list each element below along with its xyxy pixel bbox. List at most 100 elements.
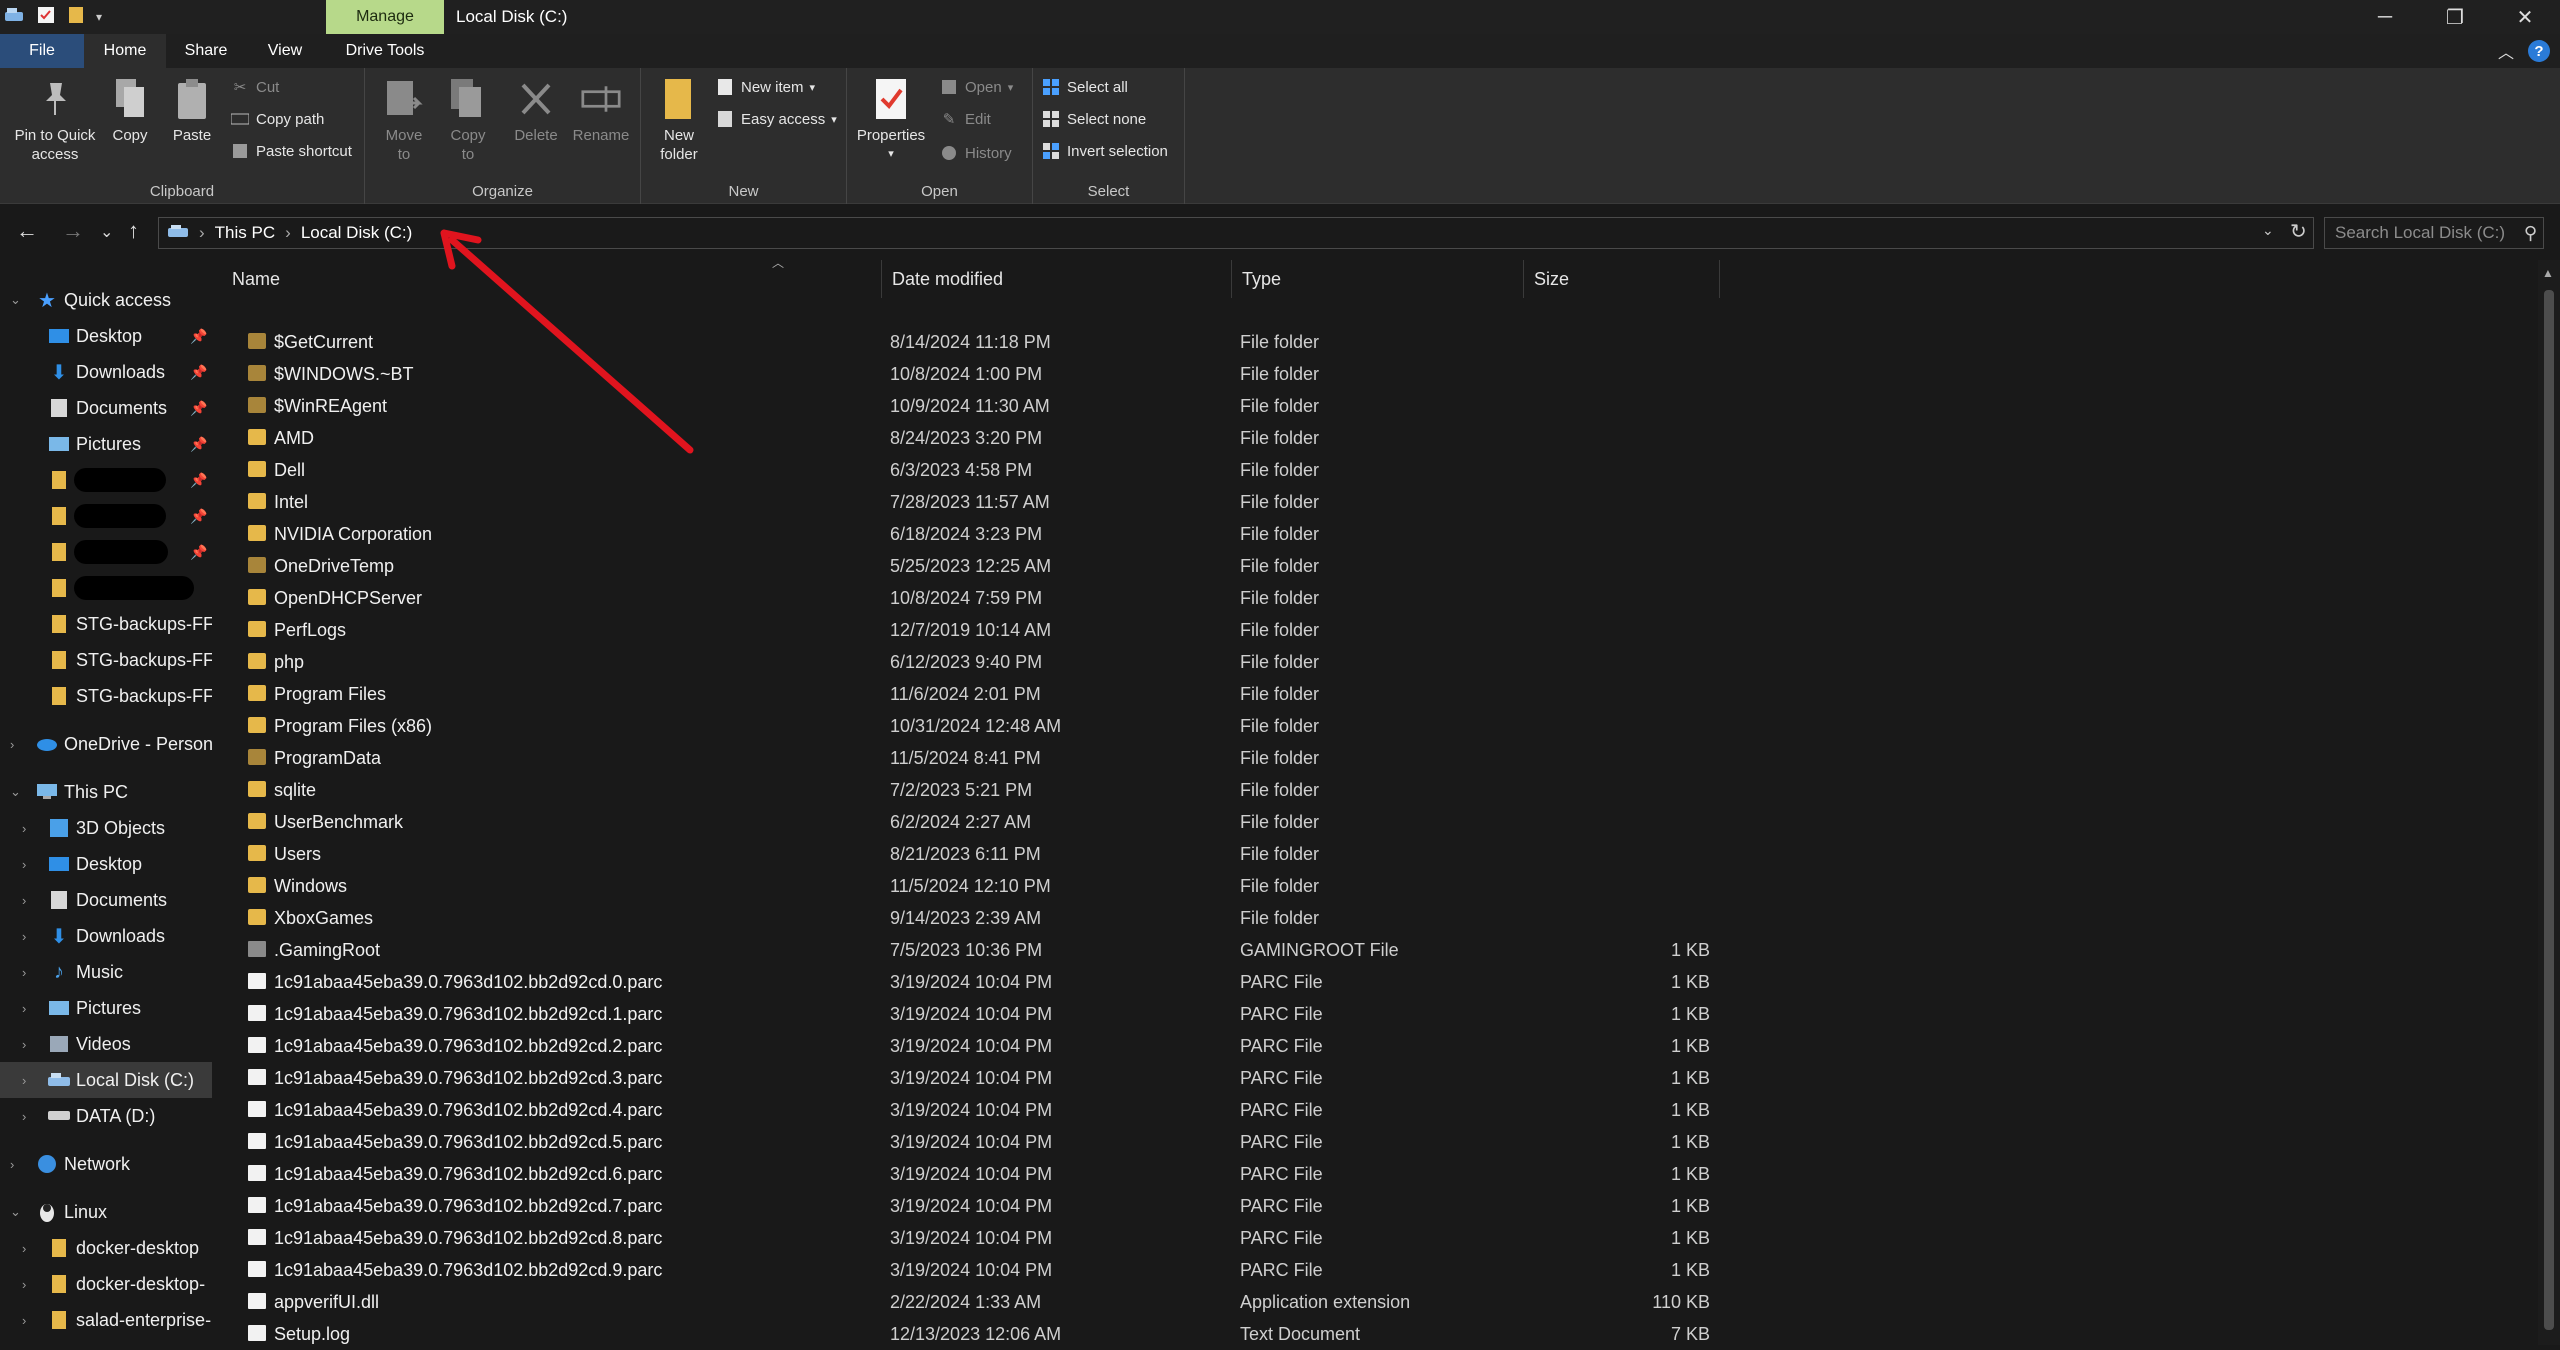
back-arrow-icon[interactable]: ← [16, 218, 38, 244]
nav-onedrive[interactable]: › OneDrive - Persona [0, 726, 212, 762]
tab-file[interactable]: File [0, 34, 84, 68]
collapse-ribbon-icon[interactable]: ︿ [2498, 39, 2514, 63]
new-item-button[interactable]: New item ▾ [715, 78, 815, 96]
cut-button[interactable]: ✂ Cut [230, 78, 280, 97]
table-row[interactable]: OneDriveTemp 5/25/2023 12:25 AM File folde… [222, 550, 1722, 582]
tab-home[interactable]: Home [84, 34, 166, 68]
nav-pc-downloads[interactable]: › ⬇ Downloads [0, 918, 212, 954]
copy-to-button[interactable]: Copy to [441, 76, 495, 164]
table-row[interactable]: NVIDIA Corporation 6/18/2024 3:23 PM File … [222, 518, 1722, 550]
nav-qa-redacted-2[interactable]: 📌 [0, 498, 212, 534]
open-button[interactable]: Open ▾ [939, 78, 1013, 96]
expand-chevron-icon[interactable]: › [22, 965, 26, 980]
nav-linux[interactable]: ⌄ Linux [0, 1194, 212, 1230]
nav-pc-local-disk-c[interactable]: › Local Disk (C:) [0, 1062, 212, 1098]
nav-stg-backups-3[interactable]: STG-backups-FF- [0, 678, 212, 714]
table-row[interactable]: 1c91abaa45eba39.0.7963d102.bb2d92cd.7.pa… [222, 1190, 1722, 1222]
table-row[interactable]: 1c91abaa45eba39.0.7963d102.bb2d92cd.3.pa… [222, 1062, 1722, 1094]
move-to-button[interactable]: Move to [377, 76, 431, 164]
table-row[interactable]: ProgramData 11/5/2024 8:41 PM File folder [222, 742, 1722, 774]
expand-chevron-icon[interactable]: ⌄ [10, 1204, 21, 1220]
help-icon[interactable]: ? [2528, 40, 2550, 62]
expand-chevron-icon[interactable]: › [22, 929, 26, 944]
nav-stg-backups-1[interactable]: STG-backups-FF- [0, 606, 212, 642]
nav-quick-access[interactable]: ⌄ ★ Quick access [0, 282, 212, 318]
rename-button[interactable]: Rename [569, 76, 633, 145]
nav-network[interactable]: › Network [0, 1146, 212, 1182]
scrollbar-thumb[interactable] [2544, 290, 2554, 1330]
column-header-date-modified[interactable]: Date modified [882, 260, 1232, 298]
properties-quick-icon[interactable] [36, 5, 56, 30]
nav-pc-documents[interactable]: › Documents [0, 882, 212, 918]
table-row[interactable]: Setup.log 12/13/2023 12:06 AM Text Documen… [222, 1318, 1722, 1350]
expand-chevron-icon[interactable]: › [22, 1313, 26, 1328]
nav-qa-redacted-4[interactable] [0, 570, 212, 606]
table-row[interactable]: Program Files (x86) 10/31/2024 12:48 AM Fi… [222, 710, 1722, 742]
expand-chevron-icon[interactable]: › [10, 737, 14, 752]
table-row[interactable]: $WINDOWS.~BT 10/8/2024 1:00 PM File folder [222, 358, 1722, 390]
table-row[interactable]: appverifUI.dll 2/22/2024 1:33 AM Applicati… [222, 1286, 1722, 1318]
column-header-name[interactable]: Name [222, 260, 882, 298]
qat-dropdown-icon[interactable]: ▾ [96, 10, 102, 24]
table-row[interactable]: Dell 6/3/2023 4:58 PM File folder [222, 454, 1722, 486]
table-row[interactable]: Intel 7/28/2023 11:57 AM File folder [222, 486, 1722, 518]
expand-chevron-icon[interactable]: › [22, 1277, 26, 1292]
nav-pc-3d-objects[interactable]: › 3D Objects [0, 810, 212, 846]
column-header-type[interactable]: Type [1232, 260, 1524, 298]
nav-qa-documents[interactable]: Documents 📌 [0, 390, 212, 426]
minimize-button[interactable]: ─ [2350, 0, 2420, 34]
close-button[interactable]: ✕ [2490, 0, 2560, 34]
paste-shortcut-button[interactable]: Paste shortcut [230, 142, 352, 160]
nav-linux-docker-desktop-data[interactable]: › docker-desktop- [0, 1266, 212, 1302]
up-arrow-icon[interactable]: ↑ [128, 218, 139, 244]
nav-qa-desktop[interactable]: Desktop 📌 [0, 318, 212, 354]
copy-path-button[interactable]: Copy path [230, 110, 324, 128]
nav-pc-data-d[interactable]: › DATA (D:) [0, 1098, 212, 1134]
table-row[interactable]: $WinREAgent 10/9/2024 11:30 AM File folder [222, 390, 1722, 422]
expand-chevron-icon[interactable]: › [22, 1001, 26, 1016]
table-row[interactable]: 1c91abaa45eba39.0.7963d102.bb2d92cd.0.pa… [222, 966, 1722, 998]
table-row[interactable]: .GamingRoot 7/5/2023 10:36 PM GAMINGROOT F… [222, 934, 1722, 966]
expand-chevron-icon[interactable]: › [22, 893, 26, 908]
nav-this-pc[interactable]: ⌄ This PC [0, 774, 212, 810]
vertical-scrollbar[interactable]: ▲ [2538, 260, 2560, 1345]
table-row[interactable]: 1c91abaa45eba39.0.7963d102.bb2d92cd.1.pa… [222, 998, 1722, 1030]
table-row[interactable]: 1c91abaa45eba39.0.7963d102.bb2d92cd.9.pa… [222, 1254, 1722, 1286]
breadcrumb-this-pc[interactable]: This PC [215, 223, 275, 243]
delete-button[interactable]: Delete [509, 76, 563, 145]
forward-arrow-icon[interactable]: → [62, 218, 84, 244]
properties-button[interactable]: Properties ▾ [853, 76, 929, 164]
expand-chevron-icon[interactable]: › [10, 1157, 14, 1172]
table-row[interactable]: sqlite 7/2/2023 5:21 PM File folder [222, 774, 1722, 806]
table-row[interactable]: XboxGames 9/14/2023 2:39 AM File folder [222, 902, 1722, 934]
paste-button[interactable]: Paste [168, 76, 216, 145]
table-row[interactable]: 1c91abaa45eba39.0.7963d102.bb2d92cd.2.pa… [222, 1030, 1722, 1062]
scroll-up-arrow-icon[interactable]: ▲ [2542, 266, 2554, 280]
recent-locations-chevron-icon[interactable]: ⌄ [100, 222, 113, 242]
new-folder-quick-icon[interactable] [66, 5, 86, 30]
table-row[interactable]: OpenDHCPServer 10/8/2024 7:59 PM File fold… [222, 582, 1722, 614]
refresh-icon[interactable]: ↻ [2290, 219, 2307, 244]
table-row[interactable]: 1c91abaa45eba39.0.7963d102.bb2d92cd.8.pa… [222, 1222, 1722, 1254]
table-row[interactable]: 1c91abaa45eba39.0.7963d102.bb2d92cd.4.pa… [222, 1094, 1722, 1126]
restore-button[interactable]: ❐ [2420, 0, 2490, 34]
nav-pc-videos[interactable]: › Videos [0, 1026, 212, 1062]
table-row[interactable]: Program Files 11/6/2024 2:01 PM File folde… [222, 678, 1722, 710]
breadcrumb-local-disk[interactable]: Local Disk (C:) [301, 223, 412, 243]
table-row[interactable]: $GetCurrent 8/14/2024 11:18 PM File folder [222, 326, 1722, 358]
table-row[interactable]: Users 8/21/2023 6:11 PM File folder [222, 838, 1722, 870]
nav-qa-redacted-1[interactable]: 📌 [0, 462, 212, 498]
expand-chevron-icon[interactable]: › [22, 1109, 26, 1124]
address-bar[interactable]: › This PC › Local Disk (C:) [158, 217, 2314, 249]
manage-context-tab[interactable]: Manage [326, 0, 444, 34]
expand-chevron-icon[interactable]: › [22, 1073, 26, 1088]
easy-access-button[interactable]: Easy access ▾ [715, 110, 837, 128]
expand-chevron-icon[interactable]: › [22, 1037, 26, 1052]
select-none-button[interactable]: Select none [1041, 110, 1146, 128]
invert-selection-button[interactable]: Invert selection [1041, 142, 1168, 160]
expand-chevron-icon[interactable]: ⌄ [10, 292, 21, 308]
address-history-dropdown-icon[interactable]: ⌄ [2262, 222, 2274, 239]
tab-view[interactable]: View [246, 34, 324, 68]
table-row[interactable]: php 6/12/2023 9:40 PM File folder [222, 646, 1722, 678]
copy-button[interactable]: Copy [106, 76, 154, 145]
